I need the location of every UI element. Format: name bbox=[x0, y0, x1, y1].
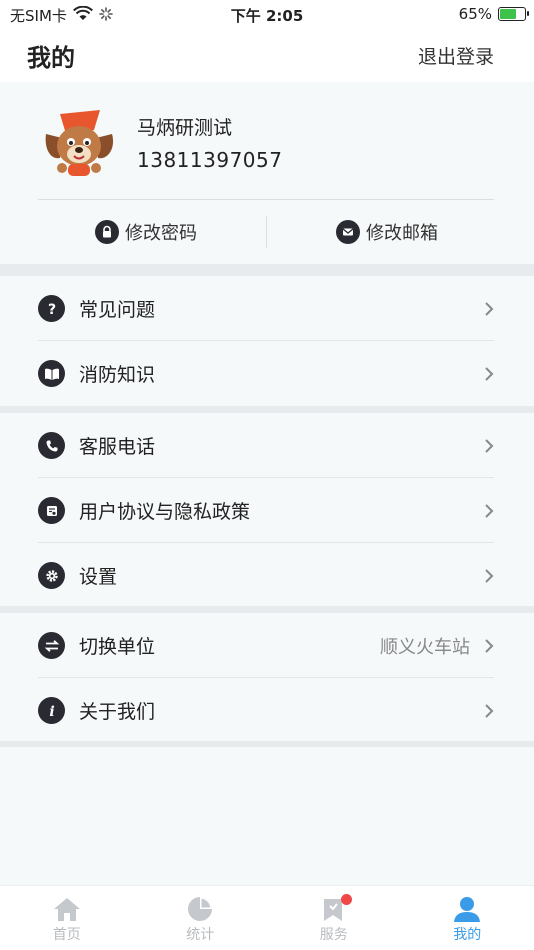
tab-label: 服务 bbox=[319, 927, 348, 943]
change-email-label: 修改邮箱 bbox=[366, 223, 438, 244]
battery-percent: 65% bbox=[458, 5, 492, 23]
menu-item-agreement[interactable]: 用户协议与隐私政策 bbox=[0, 478, 534, 543]
lock-icon bbox=[95, 220, 119, 244]
tab-label: 我的 bbox=[453, 927, 482, 943]
chevron-right-icon bbox=[485, 301, 494, 316]
change-email-button[interactable]: 修改邮箱 bbox=[336, 219, 438, 245]
tab-mine[interactable]: 我的 bbox=[401, 886, 534, 950]
menu-item-fire-knowledge[interactable]: 消防知识 bbox=[0, 341, 534, 406]
book-icon bbox=[38, 360, 65, 387]
battery-icon bbox=[498, 7, 529, 21]
tab-bar: 首页 统计 服务 我的 bbox=[0, 885, 534, 950]
mail-icon bbox=[336, 220, 360, 244]
menu-item-label: 设置 bbox=[79, 566, 118, 588]
notification-badge bbox=[341, 894, 352, 905]
tab-label: 首页 bbox=[52, 927, 81, 943]
menu-item-label: 关于我们 bbox=[79, 701, 156, 723]
divider bbox=[38, 199, 494, 200]
status-time: 下午 2:05 bbox=[230, 7, 304, 25]
nav-bar: 我的 退出登录 bbox=[0, 30, 534, 82]
profile-card: 马炳研测试 13811397057 修改密码 修改邮箱 bbox=[0, 82, 534, 264]
avatar[interactable] bbox=[38, 108, 120, 178]
menu-item-about[interactable]: i 关于我们 bbox=[0, 678, 534, 743]
pie-chart-icon bbox=[188, 897, 213, 921]
menu-group-account: 切换单位 顺义火车站 i 关于我们 bbox=[0, 613, 534, 743]
chevron-right-icon bbox=[485, 503, 494, 518]
chevron-right-icon bbox=[485, 638, 494, 653]
tab-home[interactable]: 首页 bbox=[0, 886, 134, 950]
status-bar: 无SIM卡 下午 2:05 65% bbox=[0, 0, 534, 30]
menu-item-service-phone[interactable]: 客服电话 bbox=[0, 413, 534, 478]
menu-item-label: 消防知识 bbox=[79, 364, 156, 386]
gear-icon bbox=[38, 562, 65, 589]
user-phone: 13811397057 bbox=[137, 148, 283, 172]
question-icon: ? bbox=[38, 295, 65, 322]
chevron-right-icon bbox=[485, 703, 494, 718]
current-unit-value: 顺义火车站 bbox=[380, 636, 470, 658]
document-icon bbox=[38, 497, 65, 524]
menu-item-label: 切换单位 bbox=[79, 636, 156, 658]
vertical-divider bbox=[266, 216, 267, 248]
user-name: 马炳研测试 bbox=[137, 117, 233, 139]
chevron-right-icon bbox=[485, 366, 494, 381]
chevron-right-icon bbox=[485, 568, 494, 583]
page-title: 我的 bbox=[27, 44, 75, 72]
info-icon: i bbox=[38, 697, 65, 724]
menu-group-support: 客服电话 用户协议与隐私政策 设置 bbox=[0, 413, 534, 608]
section-gap bbox=[0, 741, 534, 747]
menu-item-label: 用户协议与隐私政策 bbox=[79, 501, 251, 523]
section-gap bbox=[0, 264, 534, 276]
section-gap bbox=[0, 606, 534, 613]
menu-item-faq[interactable]: ? 常见问题 bbox=[0, 276, 534, 341]
phone-icon bbox=[38, 432, 65, 459]
swap-icon bbox=[38, 632, 65, 659]
user-icon bbox=[454, 897, 481, 922]
logout-button[interactable]: 退出登录 bbox=[418, 42, 494, 69]
change-password-button[interactable]: 修改密码 bbox=[95, 219, 197, 245]
tab-stats[interactable]: 统计 bbox=[134, 886, 268, 950]
chevron-right-icon bbox=[485, 438, 494, 453]
svg-text:i: i bbox=[49, 704, 54, 719]
menu-item-switch-unit[interactable]: 切换单位 顺义火车站 bbox=[0, 613, 534, 678]
tab-service[interactable]: 服务 bbox=[267, 886, 401, 950]
home-icon bbox=[53, 898, 80, 921]
svg-text:?: ? bbox=[47, 302, 55, 317]
menu-item-settings[interactable]: 设置 bbox=[0, 543, 534, 608]
tab-label: 统计 bbox=[186, 927, 215, 943]
menu-group-help: ? 常见问题 消防知识 bbox=[0, 276, 534, 406]
change-password-label: 修改密码 bbox=[125, 223, 197, 244]
menu-item-label: 客服电话 bbox=[79, 436, 156, 458]
section-gap bbox=[0, 406, 534, 413]
menu-item-label: 常见问题 bbox=[79, 299, 156, 321]
